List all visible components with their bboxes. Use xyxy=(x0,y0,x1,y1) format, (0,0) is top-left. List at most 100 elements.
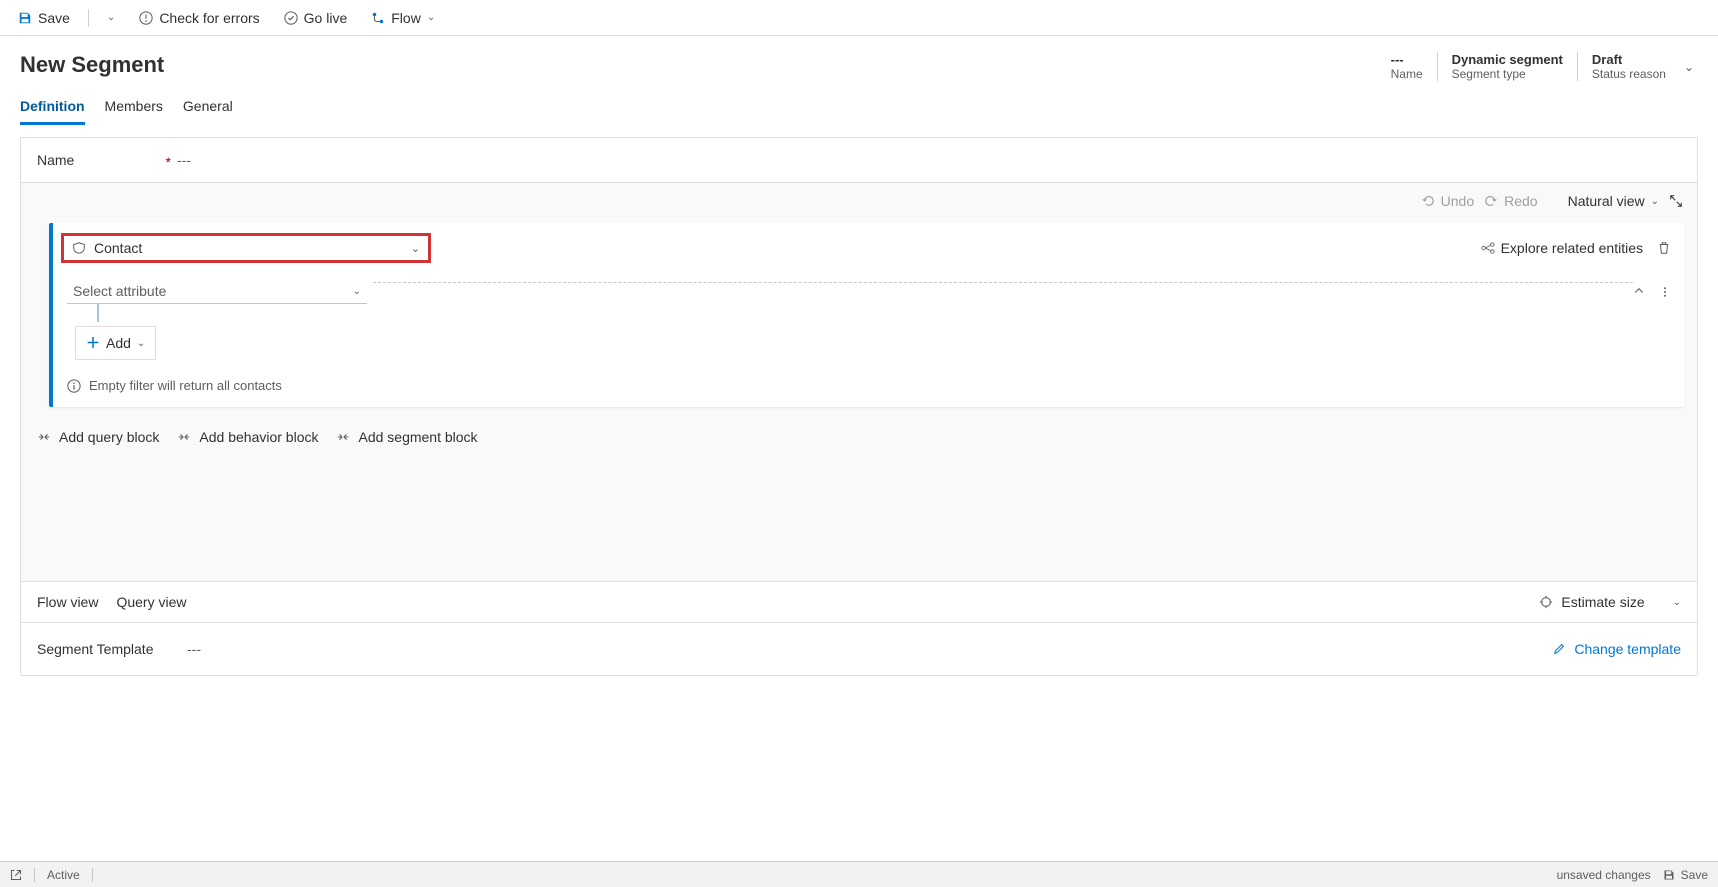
related-icon xyxy=(1481,241,1495,255)
tab-general[interactable]: General xyxy=(183,90,233,125)
divider xyxy=(373,282,1633,283)
meta-name-value: --- xyxy=(1391,52,1423,67)
undo-label: Undo xyxy=(1441,193,1474,209)
block-icon xyxy=(37,430,51,444)
fullscreen-button[interactable] xyxy=(1669,194,1683,208)
query-block-actions: Explore related entities xyxy=(1481,240,1671,256)
flow-icon xyxy=(371,11,385,25)
go-live-button[interactable]: Go live xyxy=(274,3,358,33)
target-icon xyxy=(1539,595,1553,609)
edit-icon xyxy=(1552,642,1566,656)
chevron-down-icon: ⌄ xyxy=(427,12,435,23)
statusbar-save-label: Save xyxy=(1681,868,1708,882)
save-label: Save xyxy=(38,10,70,26)
page-title: New Segment xyxy=(20,52,1377,78)
add-condition-button[interactable]: ＋ Add ⌄ xyxy=(75,326,156,360)
trash-icon xyxy=(1657,241,1671,255)
view-mode-select[interactable]: Natural view ⌄ xyxy=(1568,193,1659,209)
flow-button[interactable]: Flow ⌄ xyxy=(361,3,445,33)
page-header: New Segment --- Name Dynamic segment Seg… xyxy=(0,36,1718,90)
entity-icon xyxy=(72,241,86,255)
estimate-size-button[interactable]: Estimate size ⌄ xyxy=(1539,594,1681,610)
meta-type-value: Dynamic segment xyxy=(1452,52,1563,67)
attribute-row: Select attribute ⌄ xyxy=(67,279,1671,304)
builder-toolbar: Undo Redo Natural view ⌄ xyxy=(21,183,1697,215)
name-field-row: Name* --- xyxy=(21,138,1697,183)
redo-icon xyxy=(1484,194,1498,208)
add-behavior-block-button[interactable]: Add behavior block xyxy=(177,429,318,445)
separator xyxy=(92,868,93,882)
tab-definition[interactable]: Definition xyxy=(20,90,85,125)
name-field-label: Name* xyxy=(37,152,177,168)
explore-related-button[interactable]: Explore related entities xyxy=(1481,240,1643,256)
add-behavior-block-label: Add behavior block xyxy=(199,429,318,445)
views-row: Flow view Query view Estimate size ⌄ xyxy=(21,581,1697,622)
add-query-block-label: Add query block xyxy=(59,429,159,445)
query-block: Contact ⌄ Explore related entities Selec… xyxy=(49,223,1685,407)
query-block-header: Contact ⌄ Explore related entities xyxy=(67,233,1671,263)
query-view-button[interactable]: Query view xyxy=(116,594,186,610)
chevron-down-icon: ⌄ xyxy=(353,286,361,297)
add-blocks-row: Add query block Add behavior block Add s… xyxy=(21,419,1697,461)
flow-label: Flow xyxy=(391,10,421,26)
chevron-down-icon: ⌄ xyxy=(1651,196,1659,207)
top-toolbar: Save ⌄ Check for errors Go live Flow ⌄ xyxy=(0,0,1718,36)
popout-button[interactable] xyxy=(10,869,22,881)
attribute-placeholder: Select attribute xyxy=(73,283,166,299)
meta-status-label: Status reason xyxy=(1592,67,1666,81)
tabs: Definition Members General xyxy=(0,90,1718,125)
info-row: Empty filter will return all contacts xyxy=(67,378,1671,393)
redo-button[interactable]: Redo xyxy=(1484,193,1537,209)
meta-status-value: Draft xyxy=(1592,52,1666,67)
meta-name: --- Name xyxy=(1377,52,1437,81)
info-icon xyxy=(139,11,153,25)
check-errors-label: Check for errors xyxy=(159,10,259,26)
info-icon xyxy=(67,379,81,393)
plus-icon: ＋ xyxy=(86,333,100,353)
go-live-label: Go live xyxy=(304,10,348,26)
attribute-select[interactable]: Select attribute ⌄ xyxy=(67,279,367,304)
explore-related-label: Explore related entities xyxy=(1501,240,1643,256)
template-row: Segment Template --- Change template xyxy=(21,622,1697,675)
save-icon xyxy=(18,11,32,25)
meta-name-label: Name xyxy=(1391,67,1423,81)
undo-button[interactable]: Undo xyxy=(1421,193,1474,209)
status-active: Active xyxy=(47,868,80,882)
meta-segment-type: Dynamic segment Segment type xyxy=(1437,52,1577,81)
required-icon: * xyxy=(166,154,171,170)
collapse-button[interactable] xyxy=(1633,285,1645,299)
chevron-down-icon: ⌄ xyxy=(107,12,115,23)
definition-panel: Name* --- Undo Redo Natural view ⌄ xyxy=(20,137,1698,676)
more-vertical-icon xyxy=(1659,285,1671,299)
flow-view-button[interactable]: Flow view xyxy=(37,594,98,610)
save-icon xyxy=(1663,869,1675,881)
chevron-up-icon xyxy=(1633,285,1645,297)
unsaved-changes-text: unsaved changes xyxy=(1557,868,1651,882)
add-segment-block-button[interactable]: Add segment block xyxy=(336,429,477,445)
chevron-down-icon: ⌄ xyxy=(137,338,145,349)
check-errors-button[interactable]: Check for errors xyxy=(129,3,269,33)
spacer xyxy=(21,461,1697,581)
attribute-row-actions xyxy=(1633,285,1671,299)
entity-label: Contact xyxy=(94,240,142,256)
change-template-button[interactable]: Change template xyxy=(1552,641,1681,657)
delete-block-button[interactable] xyxy=(1657,241,1671,255)
more-menu[interactable] xyxy=(1659,285,1671,299)
name-field-value[interactable]: --- xyxy=(177,152,191,168)
connector-line xyxy=(97,304,1671,322)
add-query-block-button[interactable]: Add query block xyxy=(37,429,159,445)
redo-label: Redo xyxy=(1504,193,1537,209)
separator xyxy=(34,868,35,882)
chevron-down-icon: ⌄ xyxy=(411,242,420,255)
tab-members[interactable]: Members xyxy=(105,90,163,125)
entity-select[interactable]: Contact ⌄ xyxy=(61,233,431,263)
add-label: Add xyxy=(106,335,131,351)
statusbar-save-button[interactable]: Save xyxy=(1663,868,1708,882)
info-text: Empty filter will return all contacts xyxy=(89,378,282,393)
save-button[interactable]: Save xyxy=(8,3,80,33)
change-template-label: Change template xyxy=(1574,641,1681,657)
save-dropdown[interactable]: ⌄ xyxy=(97,3,125,33)
meta-expand[interactable]: ⌄ xyxy=(1680,52,1698,82)
view-mode-label: Natural view xyxy=(1568,193,1645,209)
meta-type-label: Segment type xyxy=(1452,67,1563,81)
